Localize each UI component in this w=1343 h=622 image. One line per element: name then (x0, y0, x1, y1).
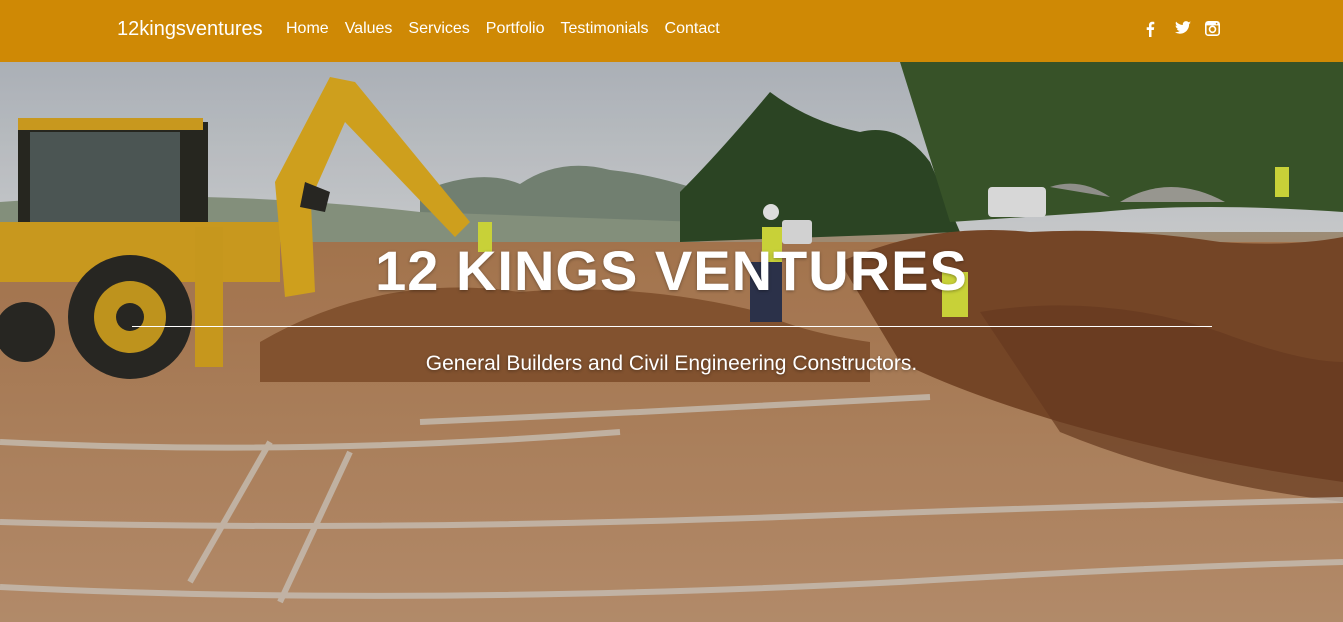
hero-section: 12 KINGS VENTURES General Builders and C… (0, 62, 1343, 622)
nav-menu: Home Values Services Portfolio Testimoni… (286, 20, 720, 38)
nav-link-home[interactable]: Home (286, 20, 329, 37)
nav-item-services: Services (408, 20, 469, 38)
nav-item-contact: Contact (665, 20, 720, 38)
nav-item-portfolio: Portfolio (486, 20, 545, 38)
facebook-icon[interactable] (1145, 21, 1159, 37)
nav-link-contact[interactable]: Contact (665, 20, 720, 37)
hero-divider (132, 326, 1212, 327)
hero-subtitle: General Builders and Civil Engineering C… (425, 352, 918, 375)
hero-title: 12 KINGS VENTURES (375, 239, 968, 302)
nav-link-portfolio[interactable]: Portfolio (486, 20, 545, 37)
top-navbar: 12kingsventures Home Values Services Por… (0, 0, 1343, 62)
brand-link[interactable]: 12kingsventures (117, 18, 263, 41)
social-links (1145, 21, 1220, 37)
hero-overlay (0, 62, 1343, 622)
twitter-icon[interactable] (1175, 21, 1191, 37)
nav-link-values[interactable]: Values (345, 20, 393, 37)
nav-link-testimonials[interactable]: Testimonials (560, 20, 648, 37)
nav-item-values: Values (345, 20, 393, 38)
nav-link-services[interactable]: Services (408, 20, 469, 37)
instagram-icon[interactable] (1205, 21, 1220, 37)
nav-item-testimonials: Testimonials (560, 20, 648, 38)
nav-item-home: Home (286, 20, 329, 38)
